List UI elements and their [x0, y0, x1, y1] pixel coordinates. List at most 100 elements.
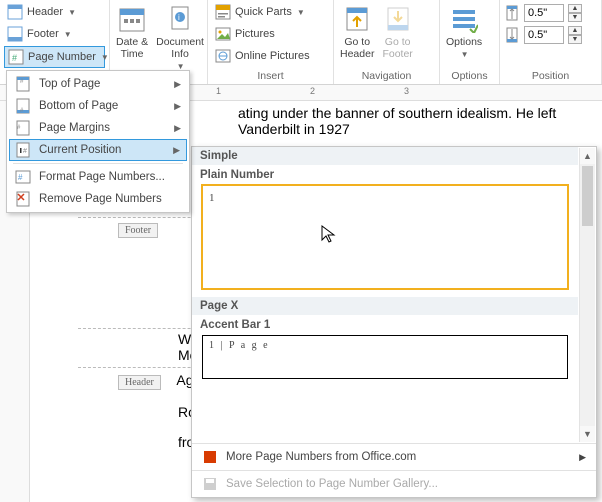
- position-group-label: Position: [504, 69, 597, 84]
- chevron-down-icon: ▼: [297, 8, 305, 17]
- navigation-group-label: Navigation: [338, 69, 435, 84]
- ruler-tick: 3: [404, 86, 409, 96]
- menu-format-page-numbers[interactable]: # Format Page Numbers...: [9, 166, 187, 188]
- format-numbers-icon: #: [15, 169, 31, 185]
- quick-parts-icon: [215, 4, 231, 20]
- spinner[interactable]: ▲▼: [568, 4, 582, 22]
- goto-header-icon: [342, 4, 372, 34]
- ruler-tick: 2: [310, 86, 315, 96]
- gallery-foot-label: Save Selection to Page Number Gallery...: [226, 478, 438, 490]
- gallery-item-accent-bar-1[interactable]: 1 | P a g e: [202, 335, 568, 379]
- menu-label: Remove Page Numbers: [39, 193, 162, 205]
- svg-text:#: #: [12, 53, 17, 63]
- gallery-item-plain-number[interactable]: 1: [202, 185, 568, 289]
- gallery-item-label: Plain Number: [192, 165, 578, 183]
- options-group-label: Options: [444, 69, 495, 84]
- menu-label: Bottom of Page: [39, 100, 118, 112]
- group-position: ▲▼ ▲▼ Position: [500, 0, 602, 84]
- document-info-icon: i: [165, 4, 195, 34]
- menu-label: Current Position: [39, 144, 121, 156]
- online-pictures-button[interactable]: Online Pictures: [212, 46, 313, 66]
- menu-top-of-page[interactable]: # Top of Page ▶: [9, 73, 187, 95]
- spinner[interactable]: ▲▼: [568, 26, 582, 44]
- footer-from-bottom-input[interactable]: [524, 26, 564, 44]
- pictures-icon: [215, 26, 231, 42]
- group-navigation: Go to Header Go to Footer Navigation: [334, 0, 440, 84]
- footer-from-bottom[interactable]: ▲▼: [504, 26, 582, 44]
- position-bottom-icon: [504, 27, 520, 43]
- date-time-button[interactable]: Date & Time: [114, 2, 150, 73]
- menu-remove-page-numbers[interactable]: Remove Page Numbers: [9, 188, 187, 210]
- chevron-down-icon: ▼: [68, 8, 76, 17]
- insert-group-label: Insert: [212, 69, 329, 84]
- current-position-icon: #: [15, 142, 31, 158]
- bottom-of-page-icon: #: [15, 98, 31, 114]
- document-info-label: Document Info: [156, 36, 204, 60]
- svg-text:i: i: [178, 13, 180, 22]
- submenu-arrow-icon: ▶: [174, 101, 181, 112]
- page-number-button[interactable]: # Page Number▼: [4, 46, 105, 68]
- document-info-button[interactable]: i Document Info▼: [154, 2, 206, 73]
- footer-tag: Footer: [118, 223, 158, 238]
- online-pictures-icon: [215, 48, 231, 64]
- gallery-category: Page X: [192, 297, 578, 315]
- chevron-down-icon: ▼: [461, 50, 469, 59]
- gallery-foot-label: More Page Numbers from Office.com: [226, 451, 416, 463]
- gallery-category: Simple: [192, 147, 578, 165]
- doc-text-line: ating under the banner of southern ideal…: [238, 105, 594, 137]
- group-insert: Quick Parts ▼ Pictures Online Pictures In…: [208, 0, 334, 84]
- submenu-arrow-icon: ▶: [174, 79, 181, 90]
- gallery-sample-text: 1 | P a g e: [203, 336, 567, 355]
- goto-footer-label: Go to Footer: [382, 36, 412, 60]
- menu-label: Page Margins: [39, 122, 110, 134]
- submenu-arrow-icon: ▶: [579, 452, 586, 463]
- ruler-tick: 1: [216, 86, 221, 96]
- save-icon: [202, 476, 218, 492]
- pictures-label: Pictures: [235, 28, 275, 40]
- submenu-arrow-icon: ▶: [173, 145, 180, 156]
- footer-button[interactable]: Footer▼: [4, 24, 105, 44]
- header-label: Header: [27, 6, 63, 18]
- page-number-gallery: Simple Plain Number 1 Page X Accent Bar …: [191, 146, 597, 498]
- menu-page-margins[interactable]: # Page Margins ▶: [9, 117, 187, 139]
- options-icon: [449, 4, 479, 34]
- gallery-save-selection: Save Selection to Page Number Gallery...: [192, 470, 596, 497]
- header-icon: [7, 4, 23, 20]
- top-of-page-icon: #: [15, 76, 31, 92]
- svg-text:#: #: [23, 148, 27, 155]
- menu-separator: [13, 163, 183, 164]
- page-number-icon: #: [8, 49, 24, 65]
- scroll-thumb[interactable]: [582, 166, 593, 226]
- position-top-icon: [504, 5, 520, 21]
- quick-parts-label: Quick Parts: [235, 6, 292, 18]
- header-from-top-input[interactable]: [524, 4, 564, 22]
- goto-header-label: Go to Header: [340, 36, 374, 60]
- page-number-label: Page Number: [28, 51, 96, 63]
- chevron-down-icon: ▼: [64, 30, 72, 39]
- header-tag: Header: [118, 375, 161, 390]
- options-button[interactable]: Options ▼: [444, 2, 484, 69]
- header-button[interactable]: Header ▼: [4, 2, 105, 22]
- pictures-button[interactable]: Pictures: [212, 24, 313, 44]
- menu-current-position[interactable]: # Current Position ▶: [9, 139, 187, 161]
- menu-bottom-of-page[interactable]: # Bottom of Page ▶: [9, 95, 187, 117]
- scroll-down-icon[interactable]: ▼: [580, 426, 595, 442]
- header-from-top[interactable]: ▲▼: [504, 4, 582, 22]
- page-margins-icon: #: [15, 120, 31, 136]
- goto-header-button[interactable]: Go to Header: [338, 2, 376, 69]
- goto-footer-button: Go to Footer: [380, 2, 414, 69]
- page-number-menu: # Top of Page ▶ # Bottom of Page ▶ # Pag…: [6, 70, 190, 213]
- menu-label: Format Page Numbers...: [39, 171, 165, 183]
- svg-text:#: #: [18, 173, 23, 182]
- gallery-scroll-area[interactable]: Simple Plain Number 1 Page X Accent Bar …: [192, 147, 596, 443]
- submenu-arrow-icon: ▶: [174, 123, 181, 134]
- gallery-more-from-office[interactable]: More Page Numbers from Office.com ▶: [192, 443, 596, 470]
- quick-parts-button[interactable]: Quick Parts ▼: [212, 2, 313, 22]
- calendar-icon: [117, 4, 147, 34]
- chevron-down-icon: ▼: [101, 53, 109, 62]
- date-time-label: Date & Time: [116, 36, 148, 60]
- options-label: Options: [446, 36, 482, 48]
- online-pictures-label: Online Pictures: [235, 50, 310, 62]
- gallery-scrollbar[interactable]: ▲ ▼: [579, 148, 595, 442]
- scroll-up-icon[interactable]: ▲: [580, 148, 595, 164]
